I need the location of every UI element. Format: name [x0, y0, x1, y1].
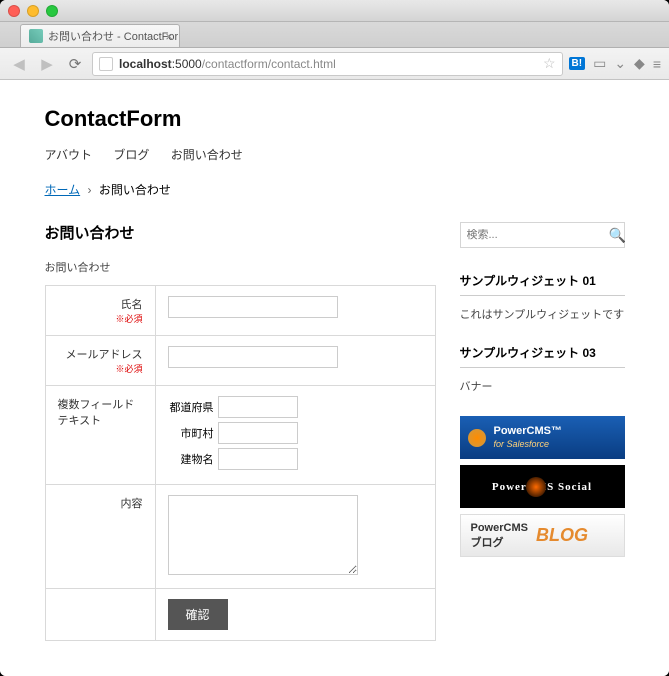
- search-box[interactable]: 🔍: [460, 222, 625, 248]
- browser-tabstrip: お問い合わせ - ContactFor… ×: [0, 22, 669, 48]
- banner-salesforce[interactable]: PowerCMS™ for Salesforce: [460, 416, 625, 459]
- tab-close-icon[interactable]: ×: [165, 29, 173, 44]
- reload-button[interactable]: ⟳: [64, 53, 86, 75]
- page-viewport: ContactForm アバウト ブログ お問い合わせ ホーム › お問い合わせ…: [0, 80, 669, 676]
- menu-icon[interactable]: ≡: [653, 56, 661, 72]
- favicon-icon: [29, 29, 43, 43]
- address-bar[interactable]: localhost:5000/contactform/contact.html …: [92, 52, 563, 76]
- banner-line2: for Salesforce: [494, 439, 550, 449]
- site-title: ContactForm: [45, 106, 625, 132]
- textarea-content[interactable]: [168, 495, 358, 575]
- breadcrumb: ホーム › お問い合わせ: [45, 181, 625, 198]
- extension-hatena-icon[interactable]: B!: [569, 57, 586, 70]
- nav-contact[interactable]: お問い合わせ: [171, 148, 243, 162]
- label-email: メールアドレス: [66, 349, 143, 361]
- banner-line2: ブログ: [471, 537, 504, 549]
- label-building: 建物名: [168, 451, 214, 467]
- input-building[interactable]: [218, 448, 298, 470]
- window-titlebar: [0, 0, 669, 22]
- url-path: /contactform/contact.html: [202, 57, 336, 71]
- input-city[interactable]: [218, 422, 298, 444]
- required-badge: ※必須: [58, 362, 143, 375]
- browser-toolbar: ◀ ▶ ⟳ localhost:5000/contactform/contact…: [0, 48, 669, 80]
- label-content: 内容: [121, 498, 143, 510]
- label-multi: 複数フィールドテキスト: [58, 399, 135, 427]
- banner-line1: PowerCMS™: [494, 425, 562, 437]
- page-icon: [99, 57, 113, 71]
- window-minimize-button[interactable]: [27, 5, 39, 17]
- back-button[interactable]: ◀: [8, 53, 30, 75]
- widget-body: バナー: [460, 378, 625, 394]
- label-city: 市町村: [168, 425, 214, 441]
- widget-title: サンプルウィジェット 03: [460, 344, 625, 368]
- breadcrumb-home[interactable]: ホーム: [45, 183, 81, 197]
- banner-text: PowerCMS Social: [492, 481, 592, 493]
- label-pref: 都道府県: [168, 399, 214, 415]
- url-host: localhost: [119, 57, 172, 71]
- confirm-button[interactable]: 確認: [168, 599, 228, 630]
- input-name[interactable]: [168, 296, 338, 318]
- extension-pocket-icon[interactable]: ⌄: [614, 55, 626, 72]
- required-badge: ※必須: [58, 312, 143, 325]
- widget-body: これはサンプルウィジェットです: [460, 306, 625, 322]
- breadcrumb-current: お問い合わせ: [99, 183, 171, 197]
- banner-social[interactable]: PowerCMS Social: [460, 465, 625, 508]
- window-close-button[interactable]: [8, 5, 20, 17]
- banner-blog-big: BLOG: [536, 525, 588, 546]
- page-heading: お問い合わせ: [45, 222, 436, 243]
- search-input[interactable]: [467, 229, 609, 241]
- widget-title: サンプルウィジェット 01: [460, 272, 625, 296]
- input-email[interactable]: [168, 346, 338, 368]
- contact-form: 氏名 ※必須 メールアドレス ※必須: [45, 285, 436, 641]
- nav-about[interactable]: アバウト: [45, 148, 93, 162]
- banner-line1: PowerCMS: [471, 522, 528, 534]
- search-icon[interactable]: 🔍: [609, 227, 626, 244]
- main-nav: アバウト ブログ お問い合わせ: [45, 146, 625, 163]
- forward-button[interactable]: ▶: [36, 53, 58, 75]
- extension-icon[interactable]: ▭: [593, 55, 606, 72]
- extension-icon[interactable]: ◆: [634, 55, 645, 72]
- window-zoom-button[interactable]: [46, 5, 58, 17]
- nav-blog[interactable]: ブログ: [113, 148, 149, 162]
- url-port: :5000: [172, 57, 202, 71]
- bookmark-star-icon[interactable]: ☆: [543, 55, 556, 72]
- label-name: 氏名: [121, 299, 143, 311]
- breadcrumb-separator: ›: [87, 183, 91, 197]
- input-pref[interactable]: [218, 396, 298, 418]
- banner-blog[interactable]: PowerCMS ブログ BLOG: [460, 514, 625, 557]
- browser-tab[interactable]: お問い合わせ - ContactFor… ×: [20, 24, 180, 47]
- tab-title: お問い合わせ - ContactFor…: [48, 28, 180, 44]
- page-lead: お問い合わせ: [45, 259, 436, 275]
